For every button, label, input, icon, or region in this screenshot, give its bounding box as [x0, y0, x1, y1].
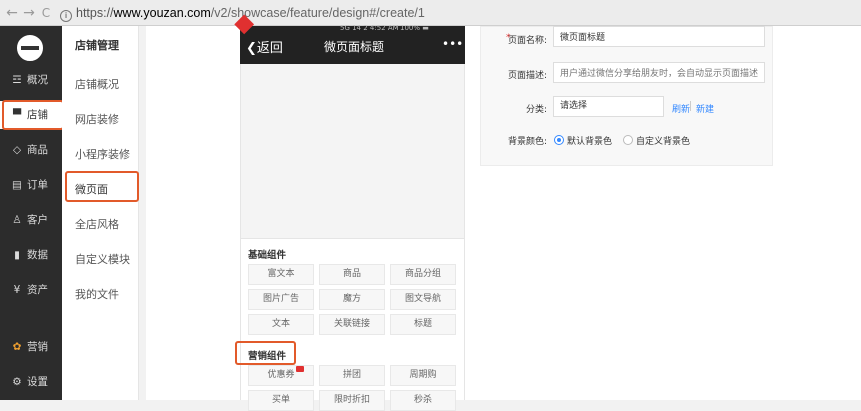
submenu-item-store-style[interactable]: 全店风格 [75, 216, 119, 232]
radio-default-bg[interactable] [554, 135, 564, 145]
page-name-input[interactable] [553, 26, 765, 47]
submenu-item-shop-decoration[interactable]: 网店装修 [75, 111, 119, 127]
sidebar-item-settings[interactable]: ⚙ 设置 [0, 370, 62, 394]
marketing-icon: ✿ [12, 341, 22, 353]
submenu-item-custom-module[interactable]: 自定义模块 [75, 251, 130, 267]
sidebar-item-label: 资产 [27, 284, 48, 296]
tag-icon: ◇ [12, 144, 22, 156]
phone-header: 5G 14 2 4:52 AM 100% ▬ ❮返回 微页面标题 ••• [234, 14, 465, 64]
component-image-ad[interactable]: 图片广告 [248, 289, 314, 310]
gear-icon: ⚙ [12, 376, 22, 388]
page-desc-label: 页面描述: [507, 71, 547, 81]
basic-components-title: 基础组件 [248, 250, 287, 261]
reload-icon[interactable]: C [38, 4, 54, 22]
refresh-link[interactable]: 刷新 [672, 102, 690, 115]
url-scheme: https:// [76, 6, 114, 20]
browser-toolbar: ← → C i https://www.youzan.com/v2/showcas… [0, 0, 861, 26]
component-text[interactable]: 文本 [248, 314, 314, 335]
address-bar[interactable]: i https://www.youzan.com/v2/showcase/feat… [60, 3, 855, 23]
component-pay[interactable]: 买单 [248, 390, 314, 411]
custom-bg-label: 自定义背景色 [636, 137, 691, 147]
category-label: 分类: [525, 105, 547, 115]
default-bg-label: 默认背景色 [567, 137, 613, 147]
site-info-icon[interactable]: i [60, 10, 72, 22]
submenu-item-miniapp-decoration[interactable]: 小程序装修 [75, 146, 130, 162]
sidebar-item-orders[interactable]: ▤ 订单 [0, 173, 62, 197]
back-arrow-icon[interactable]: ← [4, 4, 20, 22]
component-limited-discount[interactable]: 限时折扣 [319, 390, 385, 411]
sidebar-item-data[interactable]: ▮ 数据 [0, 243, 62, 267]
component-periodic-buy[interactable]: 周期购 [390, 365, 456, 386]
phone-canvas[interactable] [241, 64, 464, 238]
new-category-link[interactable]: 新建 [696, 102, 714, 115]
phone-back-label: 返回 [256, 41, 283, 56]
link-divider [690, 101, 691, 111]
sidebar-item-label: 订单 [27, 179, 48, 191]
page-name-label: 页面名称: [507, 36, 547, 46]
forward-arrow-icon[interactable]: → [21, 4, 37, 22]
shop-highlight-box [2, 100, 64, 130]
page-desc-input[interactable] [553, 62, 765, 83]
phone-status-left: 5G 14 2 4:52 AM [340, 24, 399, 32]
yen-icon: ¥ [13, 284, 21, 296]
phone-status-right: 100% ▬ [400, 24, 429, 32]
component-group-buy[interactable]: 拼团 [319, 365, 385, 386]
url-host: www.youzan.com [113, 6, 211, 20]
submenu-item-micro-page[interactable]: 微页面 [75, 181, 108, 197]
component-cube[interactable]: 魔方 [319, 289, 385, 310]
marketing-components-title: 营销组件 [248, 351, 287, 362]
chevron-left-icon: ❮ [246, 41, 257, 56]
sidebar-item-label: 数据 [27, 249, 48, 261]
sidebar-item-goods[interactable]: ◇ 商品 [0, 138, 62, 162]
submenu-item-shop-overview[interactable]: 店铺概况 [75, 76, 119, 92]
component-seckill[interactable]: 秒杀 [390, 390, 456, 411]
component-title[interactable]: 标题 [390, 314, 456, 335]
overview-icon: ☲ [12, 74, 22, 86]
coupon-label: 优惠券 [267, 370, 295, 380]
component-link[interactable]: 关联链接 [319, 314, 385, 335]
radio-custom-bg[interactable] [623, 135, 633, 145]
submenu-item-my-files[interactable]: 我的文件 [75, 286, 119, 302]
sidebar-item-label: 客户 [27, 214, 48, 226]
component-image-nav[interactable]: 图文导航 [390, 289, 456, 310]
sidebar-item-assets[interactable]: ¥ 资产 [0, 278, 62, 302]
sidebar-item-marketing[interactable]: ✿ 营销 [0, 335, 62, 359]
new-badge-icon [296, 366, 304, 372]
sidebar-item-customers[interactable]: ♙ 客户 [0, 208, 62, 232]
bg-color-label: 背景颜色: [507, 137, 547, 147]
phone-back-button[interactable]: ❮返回 [246, 37, 283, 56]
sidebar-item-label: 设置 [27, 376, 48, 388]
bar-chart-icon: ▮ [14, 249, 20, 261]
shop-logo-icon[interactable] [17, 35, 43, 61]
order-icon: ▤ [12, 179, 22, 191]
sidebar-item-label: 概况 [27, 74, 48, 86]
user-icon: ♙ [12, 214, 22, 226]
submenu-title: 店铺管理 [75, 39, 119, 52]
phone-title: 微页面标题 [324, 40, 385, 54]
component-goods-group[interactable]: 商品分组 [390, 264, 456, 285]
component-rich-text[interactable]: 富文本 [248, 264, 314, 285]
component-goods[interactable]: 商品 [319, 264, 385, 285]
sidebar-item-overview[interactable]: ☲ 概况 [0, 68, 62, 92]
sidebar-item-label: 营销 [27, 341, 48, 353]
more-icon[interactable]: ••• [442, 37, 463, 51]
component-coupon[interactable]: 优惠券 [248, 365, 314, 386]
category-select[interactable]: 请选择 [553, 96, 664, 117]
sidebar-item-label: 商品 [27, 144, 48, 156]
